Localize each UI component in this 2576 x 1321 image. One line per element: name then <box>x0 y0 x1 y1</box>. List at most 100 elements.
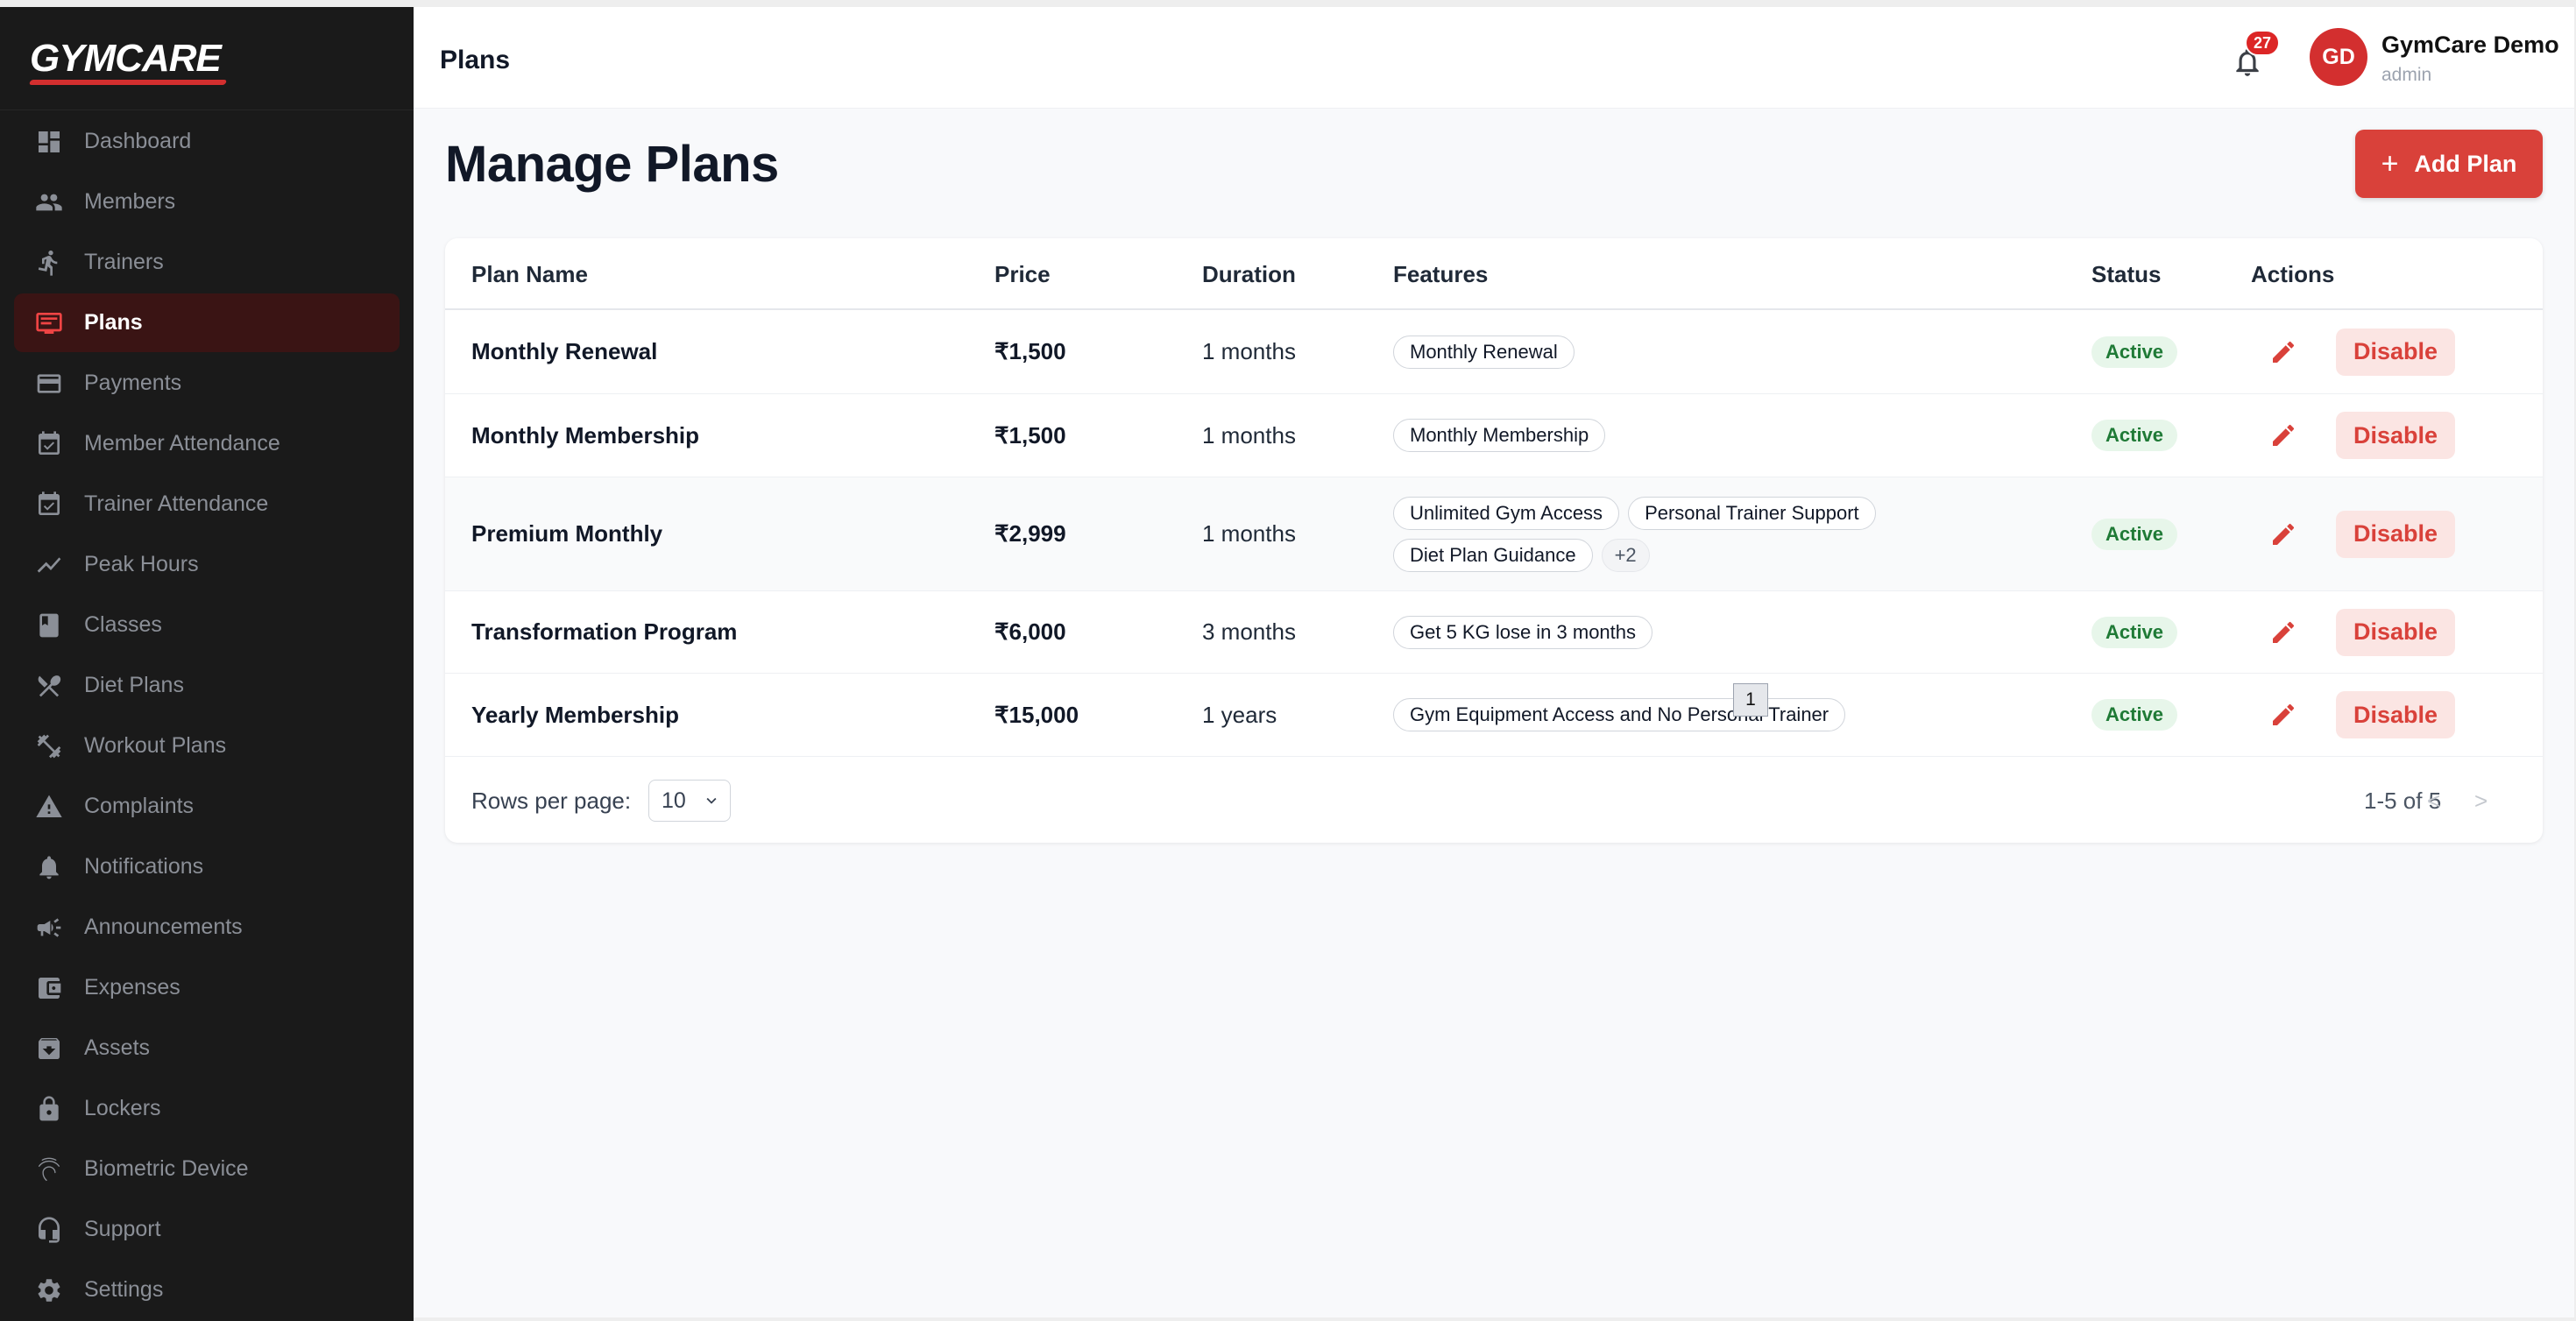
sidebar-item-peak-hours[interactable]: Peak Hours <box>14 535 400 594</box>
sidebar-item-notifications[interactable]: Notifications <box>14 837 400 896</box>
plan-features: Gym Equipment Access and No Personal Tra… <box>1393 674 1936 756</box>
sidebar-item-label: Dashboard <box>84 129 192 153</box>
disable-button[interactable]: Disable <box>2336 412 2455 459</box>
prev-page-button[interactable]: < <box>2427 788 2440 815</box>
feature-chip: Diet Plan Guidance <box>1393 538 1593 572</box>
feature-chip: Personal Trainer Support <box>1628 496 1876 530</box>
sidebar-item-label: Payments <box>84 371 182 395</box>
sidebar-item-label: Trainer Attendance <box>84 491 269 516</box>
more-features-chip[interactable]: +2 <box>1601 538 1650 572</box>
sidebar-item-workout-plans[interactable]: Workout Plans <box>14 717 400 775</box>
sidebar-item-label: Plans <box>84 310 143 335</box>
book-icon <box>33 610 65 641</box>
edit-icon[interactable] <box>2266 418 2301 453</box>
plan-price: ₹2,999 <box>994 520 1066 547</box>
table-row: Yearly Membership ₹15,000 1 years Gym Equip… <box>445 674 2543 757</box>
logo[interactable]: GYMCARE <box>0 7 414 110</box>
status-cell: Active <box>2091 674 2178 756</box>
sidebar-item-label: Lockers <box>84 1096 161 1120</box>
table-pagination: Rows per page: 10 1-5 of 5 < > <box>445 759 2543 843</box>
status-badge: Active <box>2091 616 2178 648</box>
edit-icon[interactable] <box>2266 335 2301 370</box>
plan-duration: 1 years <box>1202 701 1277 728</box>
sidebar-item-lockers[interactable]: Lockers <box>14 1079 400 1138</box>
edit-icon[interactable] <box>2266 615 2301 650</box>
plan-price: ₹1,500 <box>994 338 1066 364</box>
actions-cell: Disable <box>2266 310 2455 393</box>
sidebar-item-settings[interactable]: Settings <box>14 1261 400 1319</box>
sidebar-item-announcements[interactable]: Announcements <box>14 898 400 957</box>
people-icon <box>33 187 65 218</box>
sidebar-item-expenses[interactable]: Expenses <box>14 958 400 1017</box>
sidebar-item-plans[interactable]: Plans <box>14 293 400 352</box>
sidebar-item-label: Biometric Device <box>84 1156 249 1181</box>
sidebar-item-biometric-device[interactable]: Biometric Device <box>14 1140 400 1198</box>
user-name: GymCare Demo <box>2381 32 2559 58</box>
status-cell: Active <box>2091 394 2178 477</box>
sidebar-item-dashboard[interactable]: Dashboard <box>14 112 400 171</box>
sidebar-item-trainer-attendance[interactable]: Trainer Attendance <box>14 475 400 533</box>
plus-icon: + <box>2381 147 2399 180</box>
table-row: Monthly Membership ₹1,500 1 months Monthly … <box>445 394 2543 477</box>
sidebar-item-label: Settings <box>84 1277 164 1302</box>
main-content: Manage Plans + Add Plan Plan Name Price … <box>414 109 2574 1317</box>
table-row: Premium Monthly ₹2,999 1 months Unlimited G… <box>445 477 2543 591</box>
sidebar-item-label: Notifications <box>84 854 204 879</box>
column-header-price[interactable]: Price <box>994 238 1051 310</box>
calendar-check-icon <box>33 428 65 460</box>
gear-icon <box>33 1275 65 1306</box>
status-cell: Active <box>2091 310 2178 393</box>
sidebar-item-label: Member Attendance <box>84 431 280 456</box>
sidebar-item-complaints[interactable]: Complaints <box>14 777 400 836</box>
wallet-icon <box>33 972 65 1004</box>
disable-button[interactable]: Disable <box>2336 608 2455 656</box>
table-header: Plan Name Price Duration Features Status… <box>445 238 2543 310</box>
avatar[interactable]: GD <box>2310 28 2367 86</box>
sidebar-item-assets[interactable]: Assets <box>14 1019 400 1077</box>
runner-icon <box>33 247 65 279</box>
add-plan-button[interactable]: + Add Plan <box>2355 130 2543 198</box>
utensils-icon <box>33 670 65 702</box>
column-header-duration[interactable]: Duration <box>1202 238 1296 310</box>
plan-price: ₹15,000 <box>994 701 1079 728</box>
sidebar-item-member-attendance[interactable]: Member Attendance <box>14 414 400 473</box>
edit-icon[interactable] <box>2266 517 2301 552</box>
megaphone-icon <box>33 912 65 943</box>
sidebar-item-label: Members <box>84 189 176 214</box>
plan-features: Unlimited Gym Access Personal Trainer Sup… <box>1393 477 1936 590</box>
tooltip: 1 <box>1733 683 1768 717</box>
status-badge: Active <box>2091 420 2178 451</box>
sidebar-item-label: Assets <box>84 1035 151 1060</box>
disable-button[interactable]: Disable <box>2336 691 2455 738</box>
sidebar: GYMCARE Dashboard Members Trainers Plans Pay… <box>0 7 414 1321</box>
actions-cell: Disable <box>2266 477 2455 590</box>
rows-per-page-select[interactable]: 10 <box>648 780 731 822</box>
column-header-status[interactable]: Status <box>2091 238 2161 310</box>
column-header-plan-name[interactable]: Plan Name <box>471 238 588 310</box>
add-plan-label: Add Plan <box>2414 150 2517 177</box>
edit-icon[interactable] <box>2266 697 2301 732</box>
status-badge: Active <box>2091 699 2178 731</box>
plan-duration: 1 months <box>1202 421 1296 449</box>
sidebar-item-label: Workout Plans <box>84 733 227 758</box>
sidebar-item-diet-plans[interactable]: Diet Plans <box>14 656 400 715</box>
sidebar-item-support[interactable]: Support <box>14 1200 400 1259</box>
plan-features: Monthly Membership <box>1393 394 1936 477</box>
status-badge: Active <box>2091 336 2178 368</box>
plan-features: Get 5 KG lose in 3 months <box>1393 591 1936 673</box>
user-role: admin <box>2381 65 2432 85</box>
sidebar-item-trainers[interactable]: Trainers <box>14 233 400 292</box>
sidebar-nav: Dashboard Members Trainers Plans Payments Mem… <box>0 112 414 1319</box>
headset-icon <box>33 1214 65 1246</box>
sidebar-item-label: Expenses <box>84 975 180 1000</box>
next-page-button[interactable]: > <box>2474 788 2488 815</box>
bell-icon <box>33 851 65 883</box>
sidebar-item-label: Trainers <box>84 250 164 274</box>
plan-duration: 3 months <box>1202 618 1296 645</box>
sidebar-item-classes[interactable]: Classes <box>14 596 400 654</box>
table-body: Monthly Renewal ₹1,500 1 months Monthly Ren… <box>445 310 2543 757</box>
sidebar-item-payments[interactable]: Payments <box>14 354 400 413</box>
disable-button[interactable]: Disable <box>2336 510 2455 558</box>
sidebar-item-members[interactable]: Members <box>14 173 400 231</box>
disable-button[interactable]: Disable <box>2336 328 2455 376</box>
